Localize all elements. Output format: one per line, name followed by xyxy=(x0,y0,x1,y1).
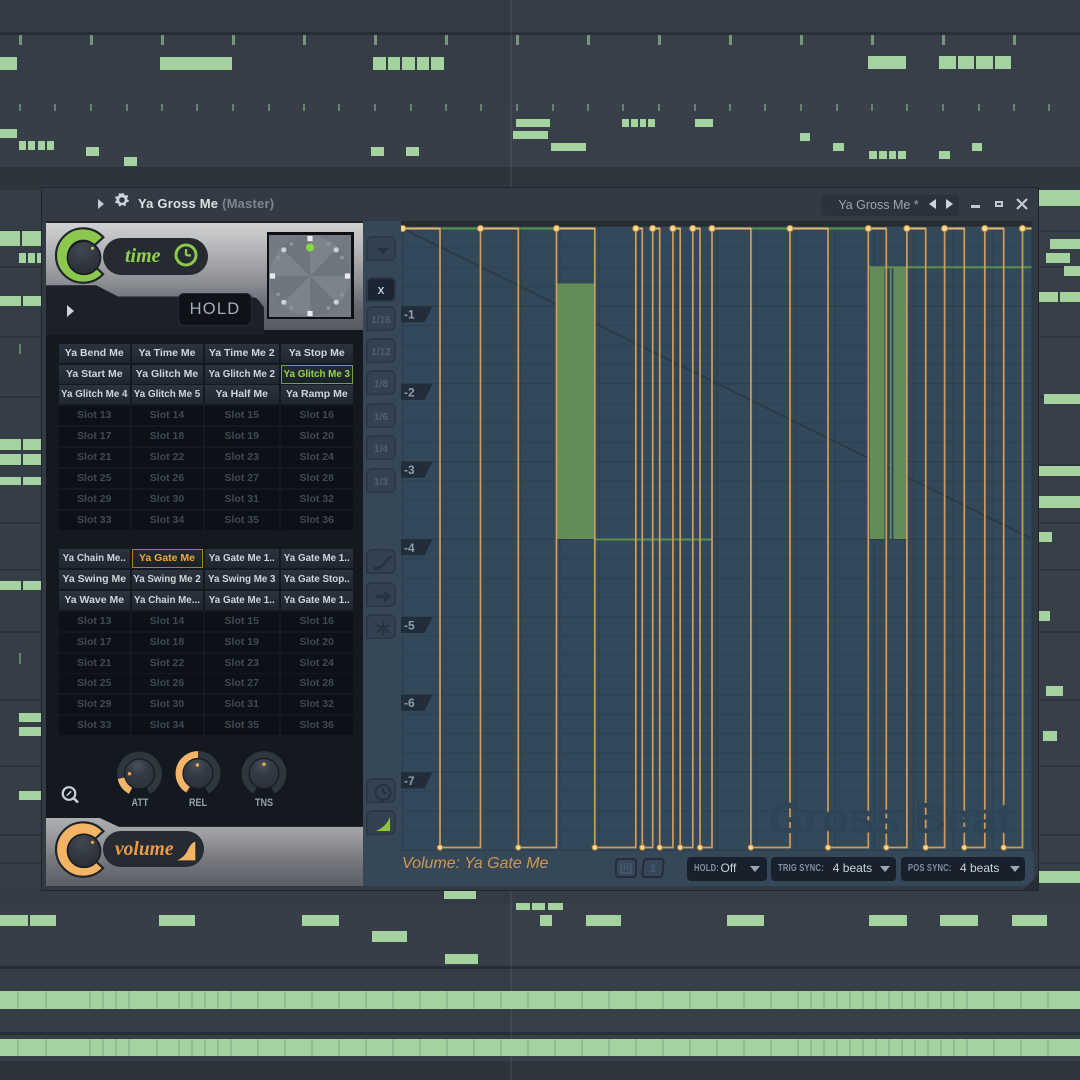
svg-text:-1: -1 xyxy=(404,308,415,322)
svg-text:Gross Beat: Gross Beat xyxy=(768,794,1013,843)
svg-text:-3: -3 xyxy=(404,463,415,477)
svg-text:-2: -2 xyxy=(404,385,415,399)
svg-text:-4: -4 xyxy=(404,541,415,555)
svg-text:-7: -7 xyxy=(404,774,415,788)
svg-text:-6: -6 xyxy=(404,696,415,710)
svg-text:-5: -5 xyxy=(404,619,415,633)
